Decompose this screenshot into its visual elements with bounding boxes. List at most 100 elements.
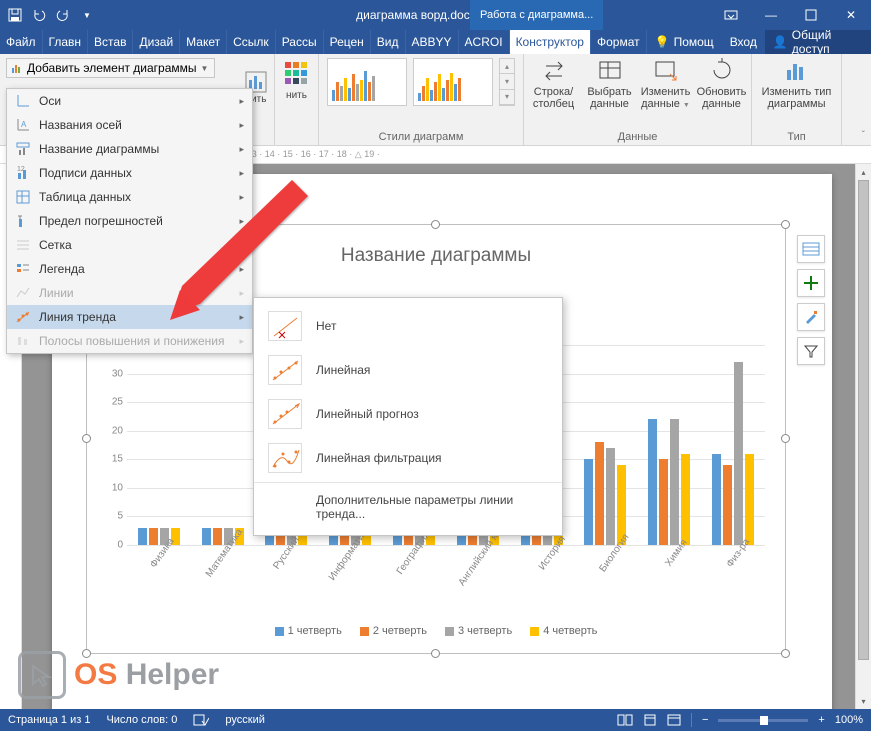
dropdown-item[interactable]: Сетка▸ bbox=[7, 233, 252, 257]
tab-home[interactable]: Главн bbox=[43, 30, 89, 54]
zoom-level[interactable]: 100% bbox=[835, 714, 863, 726]
dropdown-item[interactable]: Оси▸ bbox=[7, 89, 252, 113]
spellcheck-icon[interactable] bbox=[193, 713, 209, 727]
selection-handle[interactable] bbox=[781, 434, 790, 443]
scrollbar-vertical[interactable]: ▴ ▾ bbox=[855, 164, 871, 709]
switch-row-column-button[interactable]: Строка/столбец bbox=[528, 56, 580, 116]
add-chart-element-button[interactable]: Добавить элемент диаграммы▼ bbox=[6, 58, 215, 78]
add-element-dropdown: Оси▸AНазвания осей▸Название диаграммы▸12… bbox=[6, 88, 253, 354]
selection-handle[interactable] bbox=[82, 434, 91, 443]
refresh-data-button[interactable]: Обновитьданные bbox=[696, 56, 748, 116]
scroll-thumb[interactable] bbox=[858, 180, 869, 660]
change-chart-type-button[interactable]: Изменить типдиаграммы bbox=[757, 56, 837, 110]
chart-x-labels: ФизикаМатематикаРусскийИнформатикаГеогра… bbox=[127, 550, 765, 561]
chevron-right-icon: ▸ bbox=[239, 192, 244, 203]
dd-item-icon bbox=[15, 213, 31, 229]
tab-design[interactable]: Дизай bbox=[133, 30, 180, 54]
tab-file[interactable]: Файл bbox=[0, 30, 43, 54]
submenu-item-none[interactable]: Нет bbox=[254, 304, 562, 348]
scroll-down-icon[interactable]: ▾ bbox=[856, 693, 871, 709]
submenu-item-forecast[interactable]: Линейный прогноз bbox=[254, 392, 562, 436]
dropdown-item[interactable]: AНазвания осей▸ bbox=[7, 113, 252, 137]
tab-mailings[interactable]: Рассы bbox=[276, 30, 324, 54]
tab-view[interactable]: Вид bbox=[371, 30, 406, 54]
selection-handle[interactable] bbox=[781, 649, 790, 658]
tab-layout[interactable]: Макет bbox=[180, 30, 227, 54]
tab-abbyy[interactable]: ABBYY bbox=[406, 30, 459, 54]
minimize-icon[interactable]: — bbox=[751, 0, 791, 30]
save-icon[interactable] bbox=[6, 6, 24, 24]
chart-elements-icon[interactable] bbox=[797, 269, 825, 297]
chart-styles-icon[interactable] bbox=[797, 303, 825, 331]
dd-item-icon bbox=[15, 285, 31, 301]
ribbon-group-styles: ▴▾▾ Стили диаграмм bbox=[319, 54, 524, 145]
tab-constructor[interactable]: Конструктор bbox=[510, 30, 591, 54]
refresh-icon bbox=[708, 56, 736, 84]
status-language[interactable]: русский bbox=[225, 714, 264, 726]
dropdown-item[interactable]: 12Подписи данных▸ bbox=[7, 161, 252, 185]
switch-icon bbox=[540, 56, 568, 84]
scroll-up-icon[interactable]: ▴ bbox=[856, 164, 871, 180]
trendline-submenu: Нет Линейная Линейный прогноз Линейная ф… bbox=[253, 297, 563, 536]
redo-icon[interactable] bbox=[54, 6, 72, 24]
chart-style-thumb[interactable] bbox=[327, 58, 407, 106]
zoom-in-icon[interactable]: + bbox=[818, 714, 824, 726]
dropdown-item[interactable]: Название диаграммы▸ bbox=[7, 137, 252, 161]
trendline-linear-icon bbox=[268, 355, 302, 385]
chart-style-thumb[interactable] bbox=[413, 58, 493, 106]
zoom-slider[interactable] bbox=[718, 719, 808, 722]
sign-in[interactable]: Вход bbox=[722, 30, 765, 54]
chart-filters-icon[interactable] bbox=[797, 337, 825, 365]
maximize-icon[interactable] bbox=[791, 0, 831, 30]
bulb-icon: 💡 bbox=[655, 35, 670, 49]
tab-references[interactable]: Ссылк bbox=[227, 30, 276, 54]
person-icon: 👤 bbox=[773, 35, 788, 49]
close-icon[interactable]: ✕ bbox=[831, 0, 871, 30]
edit-data-button[interactable]: Изменитьданные ▼ bbox=[640, 56, 692, 116]
tab-format[interactable]: Формат bbox=[591, 30, 647, 54]
submenu-more-options[interactable]: Дополнительные параметры линии тренда... bbox=[254, 485, 562, 529]
colors-icon bbox=[285, 62, 309, 86]
status-page[interactable]: Страница 1 из 1 bbox=[8, 714, 90, 726]
chart-legend[interactable]: 1 четверть2 четверть3 четверть4 четверть bbox=[87, 625, 785, 637]
context-tab-label: Работа с диаграмма... bbox=[470, 0, 603, 30]
dropdown-item[interactable]: Таблица данных▸ bbox=[7, 185, 252, 209]
submenu-item-moving-average[interactable]: Линейная фильтрация bbox=[254, 436, 562, 480]
change-colors-button[interactable]: нить bbox=[279, 62, 315, 101]
select-data-button[interactable]: Выбратьданные bbox=[584, 56, 636, 116]
selection-handle[interactable] bbox=[431, 220, 440, 229]
share-button[interactable]: 👤Общий доступ bbox=[765, 30, 871, 54]
status-words[interactable]: Число слов: 0 bbox=[106, 714, 177, 726]
tab-acrobat[interactable]: ACROI bbox=[459, 30, 510, 54]
web-layout-icon[interactable] bbox=[667, 714, 681, 726]
chevron-right-icon: ▸ bbox=[239, 168, 244, 179]
style-gallery-scroll[interactable]: ▴▾▾ bbox=[499, 58, 515, 106]
chevron-right-icon: ▸ bbox=[239, 144, 244, 155]
selection-handle[interactable] bbox=[431, 649, 440, 658]
dropdown-item[interactable]: Предел погрешностей▸ bbox=[7, 209, 252, 233]
ribbon-options-icon[interactable] bbox=[711, 0, 751, 30]
submenu-item-linear[interactable]: Линейная bbox=[254, 348, 562, 392]
zoom-out-icon[interactable]: − bbox=[702, 714, 708, 726]
dd-item-icon: A bbox=[15, 117, 31, 133]
collapse-ribbon-icon[interactable]: ˇ bbox=[862, 130, 865, 141]
trendline-movavg-icon bbox=[268, 443, 302, 473]
print-layout-icon[interactable] bbox=[643, 714, 657, 726]
layout-options-icon[interactable] bbox=[797, 235, 825, 263]
dd-item-icon bbox=[15, 237, 31, 253]
chart-element-icon bbox=[11, 62, 23, 74]
tell-me[interactable]: 💡Помощ bbox=[647, 30, 722, 54]
tab-review[interactable]: Рецен bbox=[324, 30, 371, 54]
chevron-right-icon: ▸ bbox=[239, 312, 244, 323]
tab-insert[interactable]: Встав bbox=[88, 30, 133, 54]
selection-handle[interactable] bbox=[781, 220, 790, 229]
dropdown-item[interactable]: Линия тренда▸ bbox=[7, 305, 252, 329]
qat-more-icon[interactable]: ▼ bbox=[78, 6, 96, 24]
select-data-icon bbox=[596, 56, 624, 84]
watermark-cursor-icon bbox=[18, 651, 66, 699]
dropdown-item[interactable]: Легенда▸ bbox=[7, 257, 252, 281]
watermark: OS Helper bbox=[18, 651, 219, 699]
ribbon-group-type: Изменить типдиаграммы Тип bbox=[752, 54, 842, 145]
undo-icon[interactable] bbox=[30, 6, 48, 24]
read-mode-icon[interactable] bbox=[617, 714, 633, 726]
